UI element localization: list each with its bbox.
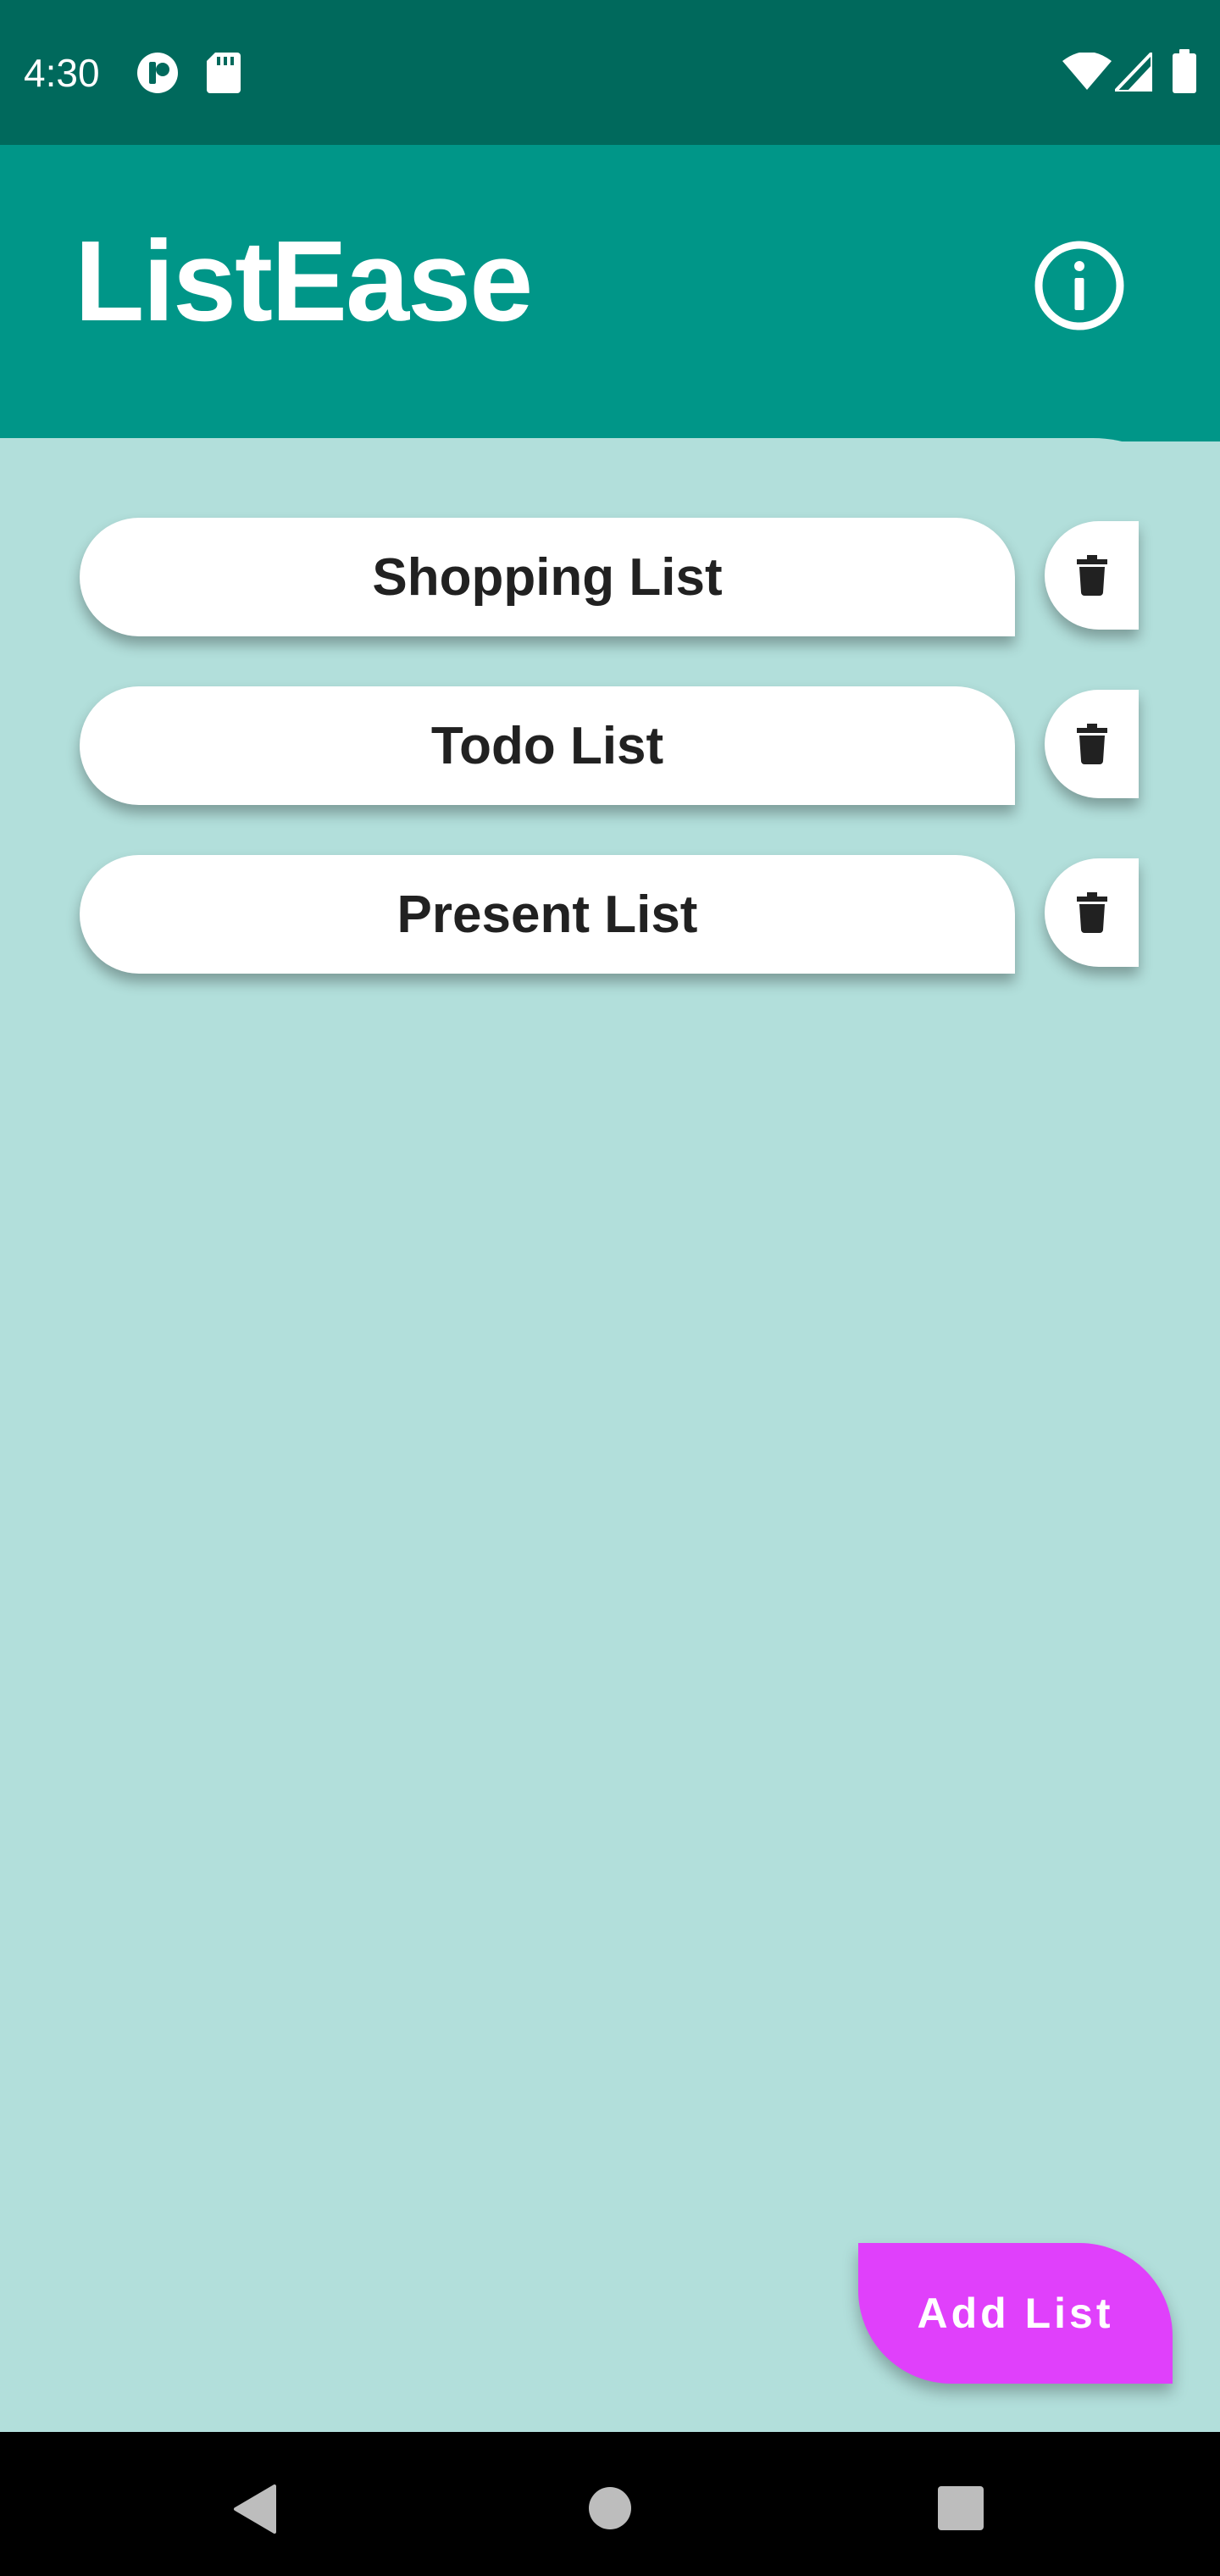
app-bar: ListEase [0, 145, 1220, 441]
app-notification-icon [137, 53, 178, 93]
delete-list-button[interactable] [1045, 521, 1139, 630]
list-item: Shopping List [0, 518, 1220, 645]
sd-card-icon [207, 53, 241, 93]
trash-icon [1076, 555, 1107, 596]
add-list-button[interactable]: Add List [858, 2243, 1173, 2384]
list-label: Present List [396, 885, 698, 944]
app-title: ListEase [75, 217, 533, 345]
delete-list-button[interactable] [1045, 858, 1139, 967]
home-icon[interactable] [588, 2486, 632, 2530]
cell-signal-icon [1115, 53, 1152, 92]
list-item: Todo List [0, 686, 1220, 813]
info-icon [1034, 241, 1124, 330]
delete-list-button[interactable] [1045, 690, 1139, 798]
list-button-shopping[interactable]: Shopping List [80, 518, 1015, 636]
list-label: Shopping List [372, 547, 723, 607]
trash-icon [1076, 724, 1107, 764]
list-button-todo[interactable]: Todo List [80, 686, 1015, 805]
battery-icon [1173, 49, 1196, 93]
wifi-icon [1062, 53, 1112, 90]
recents-icon[interactable] [938, 2486, 984, 2530]
list-button-present[interactable]: Present List [80, 855, 1015, 974]
status-bar: 4:30 [0, 0, 1220, 145]
list-label: Todo List [430, 716, 664, 775]
navigation-bar [0, 2432, 1220, 2576]
list-container: Shopping List Todo List Present List [0, 438, 1220, 2432]
add-list-label: Add List [917, 2290, 1114, 2337]
list-item: Present List [0, 855, 1220, 982]
back-icon[interactable] [232, 2484, 276, 2534]
info-button[interactable] [1032, 238, 1127, 333]
trash-icon [1076, 892, 1107, 933]
status-time: 4:30 [24, 51, 100, 95]
